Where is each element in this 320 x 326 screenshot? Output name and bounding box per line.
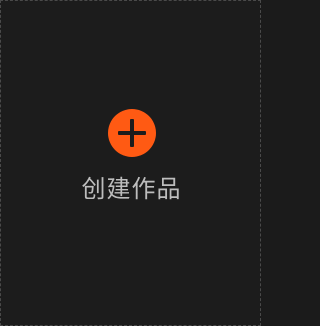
plus-circle-icon[interactable]: [108, 109, 156, 157]
create-work-card[interactable]: 创建作品: [0, 0, 261, 326]
create-work-label: 创建作品: [81, 175, 182, 203]
plus-vertical-bar: [130, 119, 134, 147]
